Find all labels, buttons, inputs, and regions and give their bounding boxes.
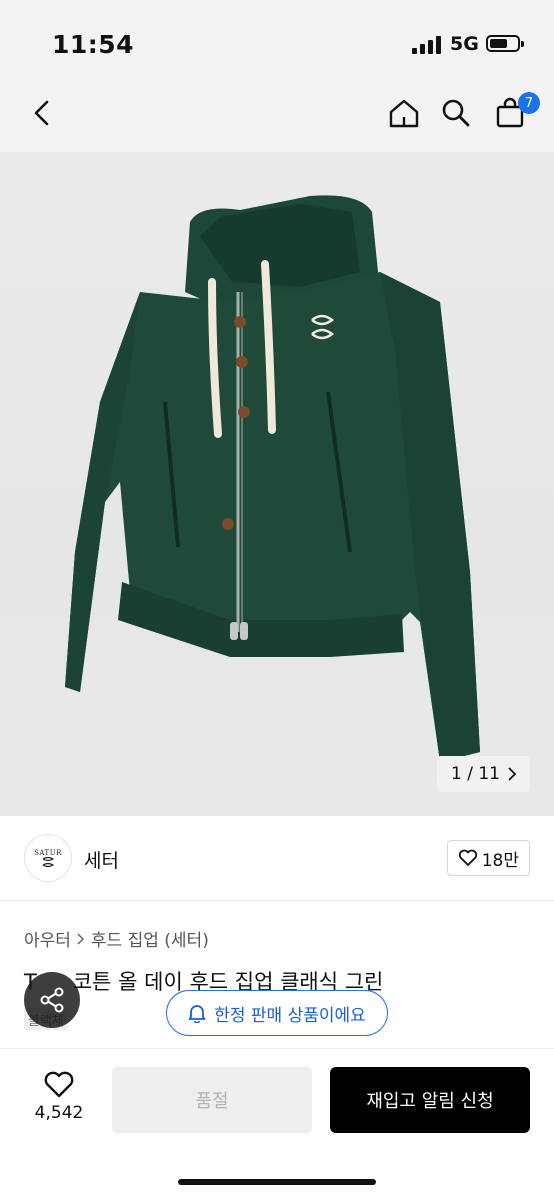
brand-name[interactable]: 세터 <box>84 846 119 873</box>
cart-count-badge: 7 <box>518 92 540 114</box>
brand-like-count: 18만 <box>481 850 519 871</box>
back-button[interactable] <box>20 86 64 140</box>
bell-icon <box>188 1005 206 1023</box>
search-icon <box>442 99 470 127</box>
home-indicator <box>178 1179 376 1185</box>
back-icon <box>34 100 49 126</box>
home-icon <box>389 99 419 128</box>
breadcrumb: 아우터 후드 집업 (세터) <box>24 926 209 951</box>
network-label: 5G <box>450 33 479 55</box>
heart-icon <box>44 1071 74 1098</box>
bottom-action-bar: 4,542 품절 재입고 알림 신청 <box>0 1048 554 1201</box>
top-nav: 7 <box>0 86 554 152</box>
signal-icon <box>412 36 442 54</box>
breadcrumb-subcategory[interactable]: 후드 집업 (세터) <box>91 926 209 951</box>
product-image-gallery[interactable]: 1 / 11 <box>0 152 554 816</box>
search-button[interactable] <box>434 86 478 140</box>
wishlist-count: 4,542 <box>34 1103 84 1123</box>
brand-logo-text: SATUR <box>34 849 62 857</box>
status-bar: 11:54 5G <box>0 0 554 86</box>
chevron-right-icon <box>508 767 516 781</box>
brand-like-button[interactable]: 18만 <box>446 840 530 876</box>
image-counter[interactable]: 1 / 11 <box>437 756 530 792</box>
wishlist-button[interactable]: 4,542 <box>22 1071 96 1123</box>
status-time: 11:54 <box>52 30 135 59</box>
home-button[interactable] <box>382 86 426 140</box>
heart-icon <box>458 849 477 866</box>
cart-button[interactable]: 7 <box>488 86 540 140</box>
limited-sale-badge[interactable]: 한정 판매 상품이에요 <box>166 990 388 1036</box>
brand-logo[interactable]: SATUR <box>24 834 72 882</box>
limited-sale-text: 한정 판매 상품이에요 <box>214 1005 366 1026</box>
chevron-right-icon <box>77 932 84 945</box>
share-button[interactable] <box>24 972 80 1028</box>
restock-alert-button[interactable]: 재입고 알림 신청 <box>330 1067 530 1133</box>
image-counter-text: 1 / 11 <box>451 764 500 784</box>
brand-row: SATUR 세터 18만 <box>0 816 554 901</box>
soldout-button[interactable]: 품절 <box>112 1067 312 1133</box>
brand-mark-icon <box>42 857 55 867</box>
share-icon <box>40 987 64 1013</box>
hoodie-image <box>65 195 480 762</box>
breadcrumb-category[interactable]: 아우터 <box>24 926 71 951</box>
battery-icon <box>486 35 524 52</box>
